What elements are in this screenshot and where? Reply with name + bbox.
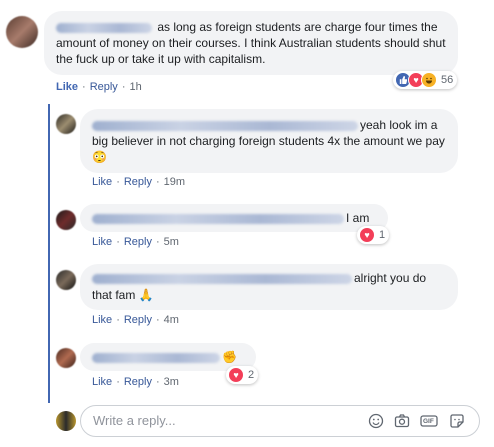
avatar[interactable]	[56, 210, 76, 230]
reaction-summary[interactable]: ♥ 1	[357, 226, 390, 244]
reply-bubble: I am	[80, 204, 388, 232]
timestamp[interactable]: 19m	[164, 176, 185, 188]
reply-actions: Like · Reply · 19m	[92, 176, 186, 188]
avatar[interactable]	[56, 348, 76, 368]
like-link[interactable]: Like	[92, 236, 112, 248]
reply-text: ✊	[92, 349, 244, 365]
reply-link[interactable]: Reply	[124, 376, 152, 388]
reply-link[interactable]: Reply	[124, 236, 152, 248]
love-reaction-icon: ♥	[359, 227, 375, 243]
comment-actions: Like · Reply · 1h	[56, 81, 142, 93]
replier-name[interactable]	[92, 352, 220, 363]
comment-bubble: as long as foreign students are charge f…	[44, 11, 458, 75]
replier-name[interactable]	[92, 213, 344, 224]
reaction-count: 56	[441, 74, 454, 86]
timestamp[interactable]: 3m	[164, 376, 179, 388]
gif-icon[interactable]: GIF	[420, 413, 438, 429]
like-link[interactable]: Like	[56, 81, 78, 93]
emoji-icon[interactable]	[368, 413, 384, 429]
reply-text: I am	[92, 210, 376, 226]
reply-link[interactable]: Reply	[124, 176, 152, 188]
reply-actions: Like · Reply · 5m	[92, 236, 179, 248]
reply-actions: Like · Reply · 3m	[92, 376, 179, 388]
reply-composer[interactable]: GIF	[80, 405, 480, 437]
comment-text: as long as foreign students are charge f…	[56, 20, 446, 66]
commenter-name[interactable]	[56, 22, 152, 33]
reply-input[interactable]	[93, 413, 353, 428]
like-link[interactable]: Like	[92, 376, 112, 388]
reply-link[interactable]: Reply	[124, 314, 152, 326]
gif-label: GIF	[423, 417, 434, 425]
sticker-icon[interactable]	[449, 413, 465, 429]
reply-bubble: alright you do that fam 🙏	[80, 264, 458, 310]
timestamp[interactable]: 4m	[164, 314, 179, 326]
avatar[interactable]	[6, 16, 38, 48]
timestamp[interactable]: 1h	[129, 81, 141, 93]
reaction-summary[interactable]: ♥ 56	[393, 71, 458, 89]
reply-text: yeah look im a big believer in not charg…	[92, 118, 445, 164]
reaction-count: 2	[248, 369, 255, 381]
like-link[interactable]: Like	[92, 314, 112, 326]
replier-name[interactable]	[92, 120, 358, 131]
reply-bubble: yeah look im a big believer in not charg…	[80, 109, 458, 173]
haha-reaction-icon	[421, 72, 437, 88]
like-link[interactable]: Like	[92, 176, 112, 188]
camera-icon[interactable]	[394, 413, 410, 429]
timestamp[interactable]: 5m	[164, 236, 179, 248]
reaction-summary[interactable]: ♥ 2	[226, 366, 259, 384]
avatar[interactable]	[56, 411, 76, 431]
reaction-count: 1	[379, 229, 386, 241]
reply-link[interactable]: Reply	[90, 81, 118, 93]
replier-name[interactable]	[92, 273, 352, 284]
reply-text: alright you do that fam 🙏	[92, 271, 427, 302]
avatar[interactable]	[56, 270, 76, 290]
reply-actions: Like · Reply · 4m	[92, 314, 179, 326]
thread-line	[48, 104, 50, 403]
avatar[interactable]	[56, 114, 76, 134]
love-reaction-icon: ♥	[228, 367, 244, 383]
